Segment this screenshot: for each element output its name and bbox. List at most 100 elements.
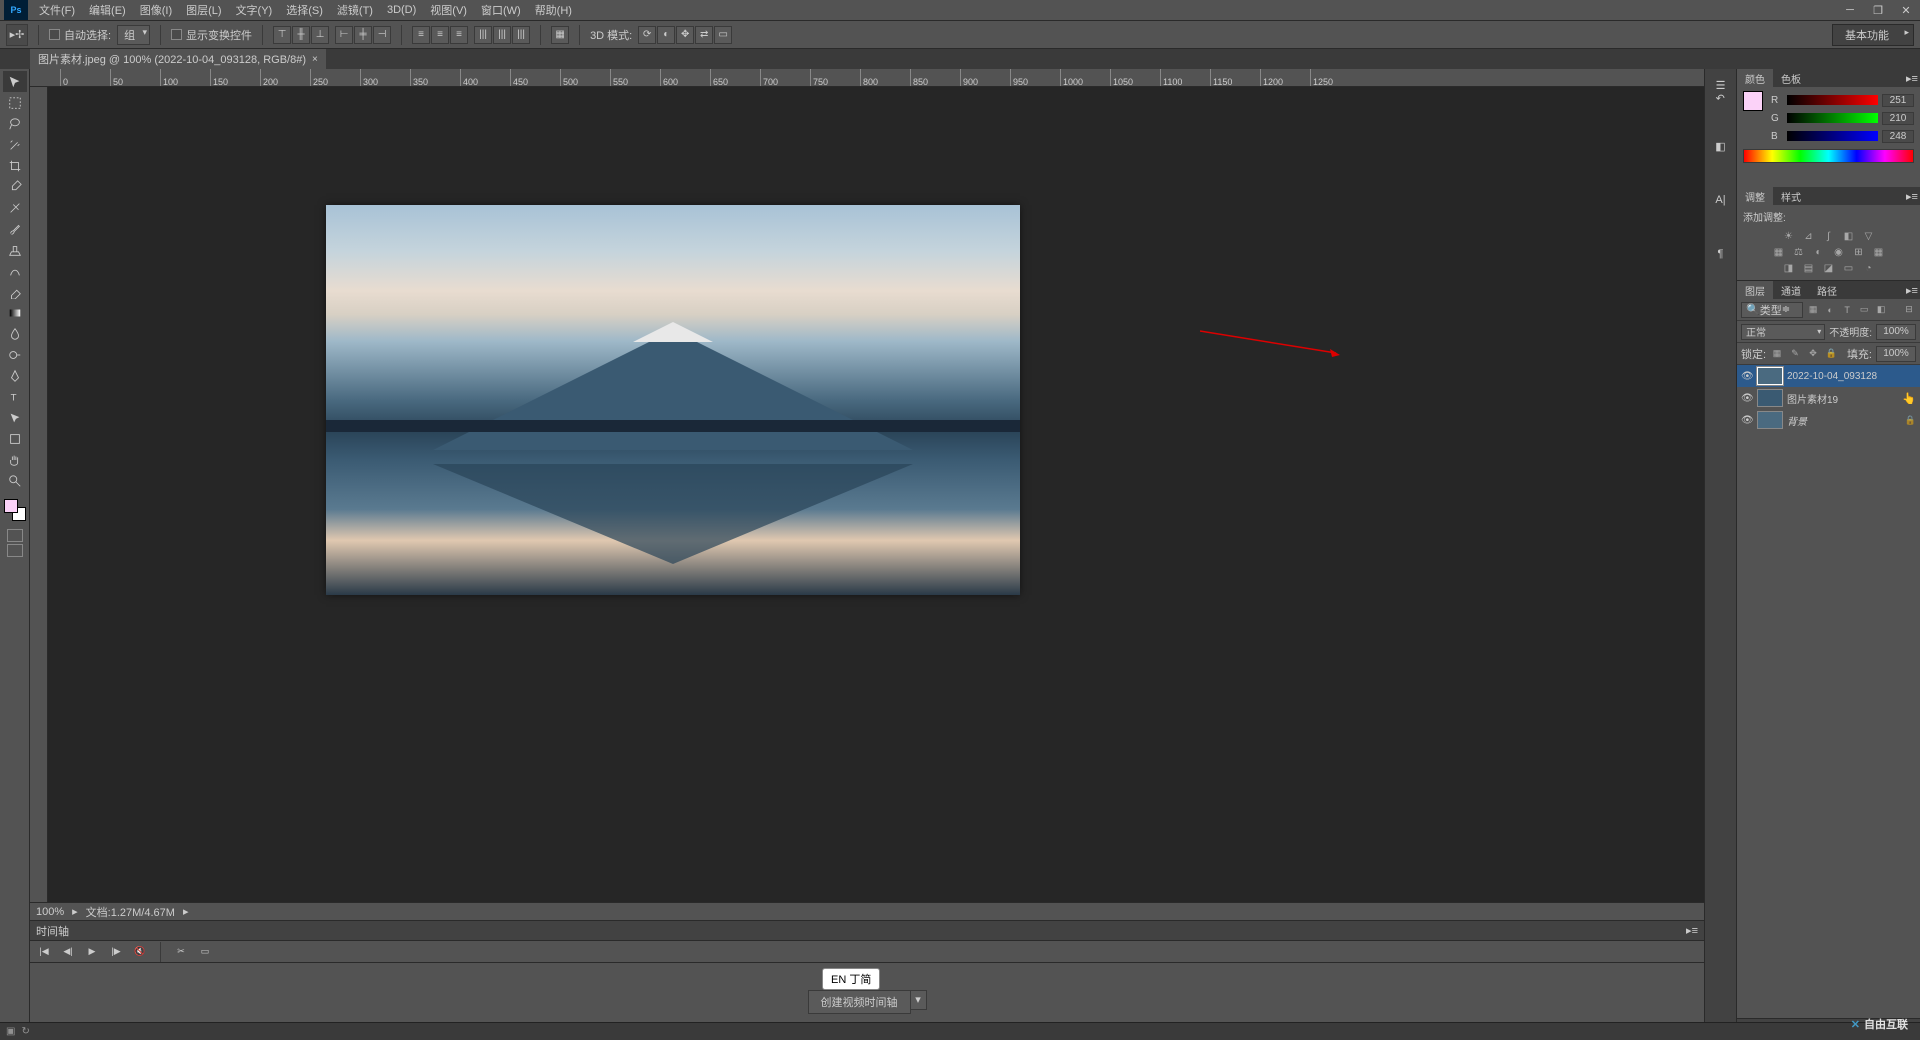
layers-tab[interactable]: 图层 xyxy=(1737,281,1773,299)
color-lookup-icon[interactable]: ▦ xyxy=(1871,244,1887,260)
move-tool[interactable] xyxy=(3,71,27,92)
path-selection-tool[interactable] xyxy=(3,407,27,428)
foreground-color-swatch[interactable] xyxy=(4,499,18,513)
pen-tool[interactable] xyxy=(3,365,27,386)
layer-item[interactable]: 👁 2022-10-04_093128 xyxy=(1737,365,1920,387)
curves-icon[interactable]: ∫ xyxy=(1821,228,1837,244)
zoom-dropdown-icon[interactable]: ▸ xyxy=(72,905,78,918)
distribute-bottom-icon[interactable]: ≡ xyxy=(450,26,468,44)
align-bottom-icon[interactable]: ⊥ xyxy=(311,26,329,44)
layer-thumbnail[interactable] xyxy=(1757,389,1783,407)
brush-tool[interactable] xyxy=(3,218,27,239)
marquee-tool[interactable] xyxy=(3,92,27,113)
prev-frame-icon[interactable]: ◀| xyxy=(60,944,76,960)
auto-align-icon[interactable]: ▦ xyxy=(551,26,569,44)
lock-position-icon[interactable]: ✥ xyxy=(1806,347,1820,361)
hue-icon[interactable]: ▦ xyxy=(1771,244,1787,260)
align-hcenter-icon[interactable]: ╪ xyxy=(354,26,372,44)
menu-text[interactable]: 文字(Y) xyxy=(229,0,280,21)
g-value[interactable]: 210 xyxy=(1882,112,1914,125)
create-timeline-button[interactable]: 创建视频时间轴 xyxy=(808,990,911,1014)
opacity-value[interactable]: 100% xyxy=(1876,324,1916,340)
lasso-tool[interactable] xyxy=(3,113,27,134)
align-right-icon[interactable]: ⊣ xyxy=(373,26,391,44)
panel-menu-icon[interactable]: ▸≡ xyxy=(1904,187,1920,205)
ime-indicator[interactable]: EN 丁简 xyxy=(822,968,880,990)
create-timeline-dropdown[interactable]: ▾ xyxy=(911,990,927,1010)
close-tab-icon[interactable]: × xyxy=(312,54,318,65)
menu-edit[interactable]: 编辑(E) xyxy=(82,0,133,21)
split-icon[interactable]: ✂ xyxy=(173,944,189,960)
distribute-vcenter-icon[interactable]: ≡ xyxy=(431,26,449,44)
timeline-tab[interactable]: 时间轴 xyxy=(36,923,69,939)
window-close[interactable]: ✕ xyxy=(1892,0,1920,20)
layer-thumbnail[interactable] xyxy=(1757,367,1783,385)
layer-name[interactable]: 图片素材19 xyxy=(1787,391,1898,406)
layer-thumbnail[interactable] xyxy=(1757,411,1783,429)
menu-file[interactable]: 文件(F) xyxy=(32,0,82,21)
menu-window[interactable]: 窗口(W) xyxy=(474,0,528,21)
document-canvas[interactable] xyxy=(326,205,1020,595)
brightness-icon[interactable]: ☀ xyxy=(1781,228,1797,244)
b-slider[interactable] xyxy=(1787,131,1878,141)
filter-type-dropdown[interactable]: 🔍 类型 ≑ xyxy=(1741,302,1803,318)
gradient-map-icon[interactable]: ▭ xyxy=(1841,260,1857,276)
auto-select-dropdown[interactable]: 组 xyxy=(117,25,150,45)
b-value[interactable]: 248 xyxy=(1882,130,1914,143)
exposure-icon[interactable]: ◧ xyxy=(1841,228,1857,244)
standard-mode-icon[interactable] xyxy=(7,529,23,542)
color-tab[interactable]: 颜色 xyxy=(1737,69,1773,87)
3d-pan-icon[interactable]: ✥ xyxy=(676,26,694,44)
gradient-tool[interactable] xyxy=(3,302,27,323)
filter-adjust-icon[interactable]: ◐ xyxy=(1823,303,1837,317)
lock-transparent-icon[interactable]: ▦ xyxy=(1770,347,1784,361)
distribute-hcenter-icon[interactable]: ||| xyxy=(493,26,511,44)
layer-item[interactable]: 👁 图片素材19 👆 xyxy=(1737,387,1920,409)
panel-menu-icon[interactable]: ▸≡ xyxy=(1686,924,1698,937)
type-tool[interactable]: T xyxy=(3,386,27,407)
paragraph-panel-icon[interactable]: ¶ xyxy=(1709,239,1733,269)
color-spectrum[interactable] xyxy=(1743,149,1914,163)
filter-toggle-icon[interactable]: ⊟ xyxy=(1902,303,1916,317)
tool-preset-icon[interactable]: ▸✢ xyxy=(6,24,28,46)
filter-pixel-icon[interactable]: ▦ xyxy=(1806,303,1820,317)
posterize-icon[interactable]: ▤ xyxy=(1801,260,1817,276)
vibrance-icon[interactable]: ▽ xyxy=(1861,228,1877,244)
visibility-icon[interactable]: 👁 xyxy=(1741,415,1753,426)
show-transform-checkbox[interactable]: 显示变换控件 xyxy=(171,27,252,43)
align-vcenter-icon[interactable]: ╫ xyxy=(292,26,310,44)
swatches-tab[interactable]: 色板 xyxy=(1773,69,1809,87)
dodge-tool[interactable] xyxy=(3,344,27,365)
visibility-icon[interactable]: 👁 xyxy=(1741,393,1753,404)
levels-icon[interactable]: ⊿ xyxy=(1801,228,1817,244)
menu-3d[interactable]: 3D(D) xyxy=(380,1,423,19)
canvas-viewport[interactable] xyxy=(48,87,1704,902)
align-top-icon[interactable]: ⊤ xyxy=(273,26,291,44)
3d-zoom-icon[interactable]: ▭ xyxy=(714,26,732,44)
filter-shape-icon[interactable]: ▭ xyxy=(1857,303,1871,317)
magic-wand-tool[interactable] xyxy=(3,134,27,155)
bw-icon[interactable]: ◐ xyxy=(1811,244,1827,260)
audio-icon[interactable]: 🔇 xyxy=(132,944,148,960)
lock-pixels-icon[interactable]: ✎ xyxy=(1788,347,1802,361)
properties-panel-icon[interactable]: ◧ xyxy=(1709,131,1733,161)
blend-mode-dropdown[interactable]: 正常 xyxy=(1741,324,1825,340)
shape-tool[interactable] xyxy=(3,428,27,449)
workspace-switcher[interactable]: 基本功能 xyxy=(1832,24,1914,46)
eraser-tool[interactable] xyxy=(3,281,27,302)
play-icon[interactable]: ▶ xyxy=(84,944,100,960)
fill-value[interactable]: 100% xyxy=(1876,346,1916,362)
g-slider[interactable] xyxy=(1787,113,1878,123)
menu-help[interactable]: 帮助(H) xyxy=(528,0,579,21)
crop-tool[interactable] xyxy=(3,155,27,176)
panel-menu-icon[interactable]: ▸≡ xyxy=(1904,69,1920,87)
paths-tab[interactable]: 路径 xyxy=(1809,281,1845,299)
filter-smart-icon[interactable]: ◧ xyxy=(1874,303,1888,317)
next-frame-icon[interactable]: |▶ xyxy=(108,944,124,960)
styles-tab[interactable]: 样式 xyxy=(1773,187,1809,205)
color-swatches[interactable] xyxy=(4,499,26,521)
auto-select-checkbox[interactable]: 自动选择: xyxy=(49,27,111,43)
color-balance-icon[interactable]: ⚖ xyxy=(1791,244,1807,260)
blur-tool[interactable] xyxy=(3,323,27,344)
3d-roll-icon[interactable]: ◐ xyxy=(657,26,675,44)
